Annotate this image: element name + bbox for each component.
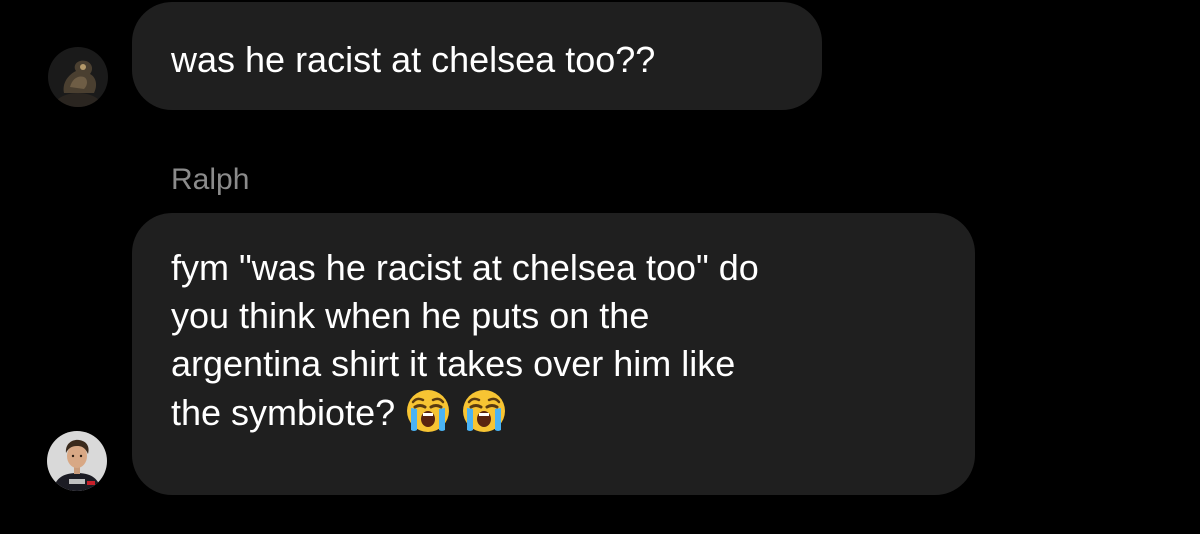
message-line: argentina shirt it takes over him like bbox=[171, 343, 736, 384]
loudly-crying-face-emoji-icon bbox=[405, 388, 451, 434]
message-line: the symbiote? bbox=[171, 392, 396, 433]
message-text: was he racist at chelsea too?? bbox=[171, 39, 656, 80]
message-line: you think when he puts on the bbox=[171, 295, 650, 336]
sender-avatar[interactable] bbox=[47, 431, 107, 491]
message-line: fym "was he racist at chelsea too" do bbox=[171, 247, 759, 288]
person-portrait-avatar-icon bbox=[47, 431, 107, 491]
message-bubble[interactable]: was he racist at chelsea too?? bbox=[132, 2, 822, 110]
loudly-crying-face-emoji-icon bbox=[461, 388, 507, 434]
dark-creature-avatar-icon bbox=[48, 47, 108, 107]
sender-avatar[interactable] bbox=[48, 47, 108, 107]
message-bubble[interactable]: fym "was he racist at chelsea too" do yo… bbox=[132, 213, 975, 495]
message-line-with-emoji: the symbiote? bbox=[171, 388, 935, 437]
sender-name: Ralph bbox=[171, 163, 250, 196]
